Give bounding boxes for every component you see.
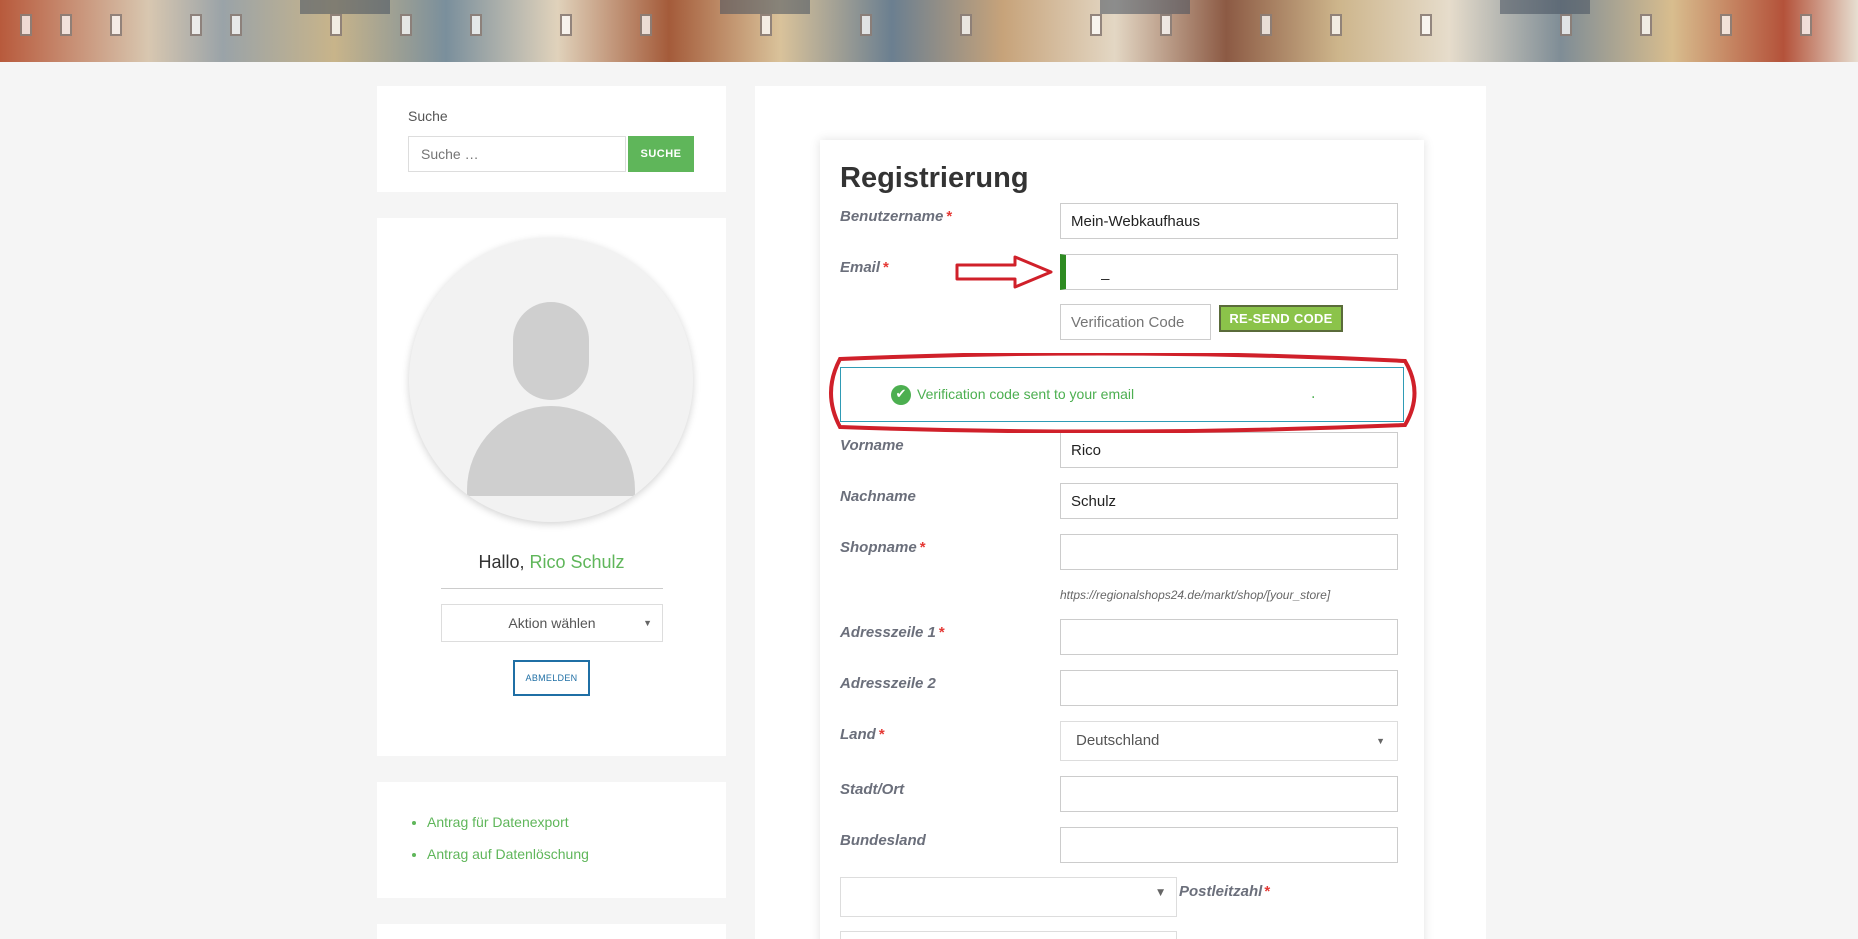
banner-window [20, 14, 32, 36]
chevron-down-icon: ▼ [1157, 888, 1164, 898]
banner-window [640, 14, 652, 36]
required-marker: * [946, 208, 953, 225]
greeting-divider [441, 588, 663, 589]
banner-window [1260, 14, 1272, 36]
username-field[interactable] [1060, 203, 1398, 239]
zip-label-text: Postleitzahl [1179, 883, 1263, 900]
email-field[interactable] [1060, 254, 1398, 290]
registration-form: Registrierung Benutzername* Email* RE-SE… [820, 140, 1424, 939]
banner-window [960, 14, 972, 36]
sidebar-widget-partial [377, 924, 726, 939]
firstname-label: Vorname [840, 437, 904, 454]
privacy-links-list: Antrag für Datenexport Antrag auf Datenl… [427, 806, 589, 870]
list-item: Antrag auf Datenlöschung [427, 838, 589, 870]
search-widget: Suche SUCHE [377, 86, 726, 192]
banner-window [1420, 14, 1432, 36]
city-field[interactable] [1060, 776, 1398, 812]
banner-window [400, 14, 412, 36]
privacy-links-widget: Antrag für Datenexport Antrag auf Datenl… [377, 782, 726, 898]
banner-window [1160, 14, 1172, 36]
chevron-down-icon: ▼ [643, 618, 652, 628]
country-select[interactable]: Deutschland ▼ [1060, 721, 1398, 761]
banner-window [330, 14, 342, 36]
shopname-label: Shopname * [840, 539, 926, 556]
lastname-field[interactable] [1060, 483, 1398, 519]
banner-roof [720, 0, 810, 14]
data-export-link[interactable]: Antrag für Datenexport [427, 814, 569, 830]
banner-window [1560, 14, 1572, 36]
banner-window [560, 14, 572, 36]
city-label: Stadt/Ort [840, 781, 905, 798]
verification-code-field[interactable] [1060, 304, 1211, 340]
zip-field[interactable] [840, 931, 1177, 939]
banner-window [1800, 14, 1812, 36]
banner-window [1090, 14, 1102, 36]
banner-window [60, 14, 72, 36]
address1-label: Adresszeile 1 * [840, 624, 945, 641]
username-label: Benutzername * [840, 208, 952, 225]
user-name: Rico Schulz [529, 552, 625, 572]
banner-window [860, 14, 872, 36]
banner-window [1720, 14, 1732, 36]
list-item: Antrag für Datenexport [427, 806, 589, 838]
resend-code-button[interactable]: RE-SEND CODE [1219, 305, 1343, 332]
avatar-head-shape [513, 302, 589, 400]
search-button[interactable]: SUCHE [628, 136, 694, 172]
banner-window [110, 14, 122, 36]
email-label-text: Email [840, 259, 881, 276]
country-select-value: Deutschland [1076, 732, 1160, 749]
banner-window [1330, 14, 1342, 36]
greeting: Hallo, Rico Schulz [377, 552, 726, 573]
state-field[interactable] [1060, 827, 1398, 863]
action-select-value: Aktion wählen [508, 615, 596, 631]
action-select[interactable]: Aktion wählen ▼ [441, 604, 663, 642]
banner-window [470, 14, 482, 36]
search-label: Suche [408, 108, 448, 124]
username-label-text: Benutzername [840, 208, 944, 225]
greeting-prefix: Hallo, [478, 552, 525, 572]
avatar [409, 238, 693, 522]
email-label: Email * [840, 259, 889, 276]
banner-window [760, 14, 772, 36]
region-select[interactable]: ▼ [840, 877, 1177, 917]
banner-roof [300, 0, 390, 14]
profile-widget: Hallo, Rico Schulz Aktion wählen ▼ ABMEL… [377, 218, 726, 756]
logout-button[interactable]: ABMELDEN [513, 660, 590, 696]
address1-field[interactable] [1060, 619, 1398, 655]
banner-roof [1500, 0, 1590, 14]
country-label-text: Land [840, 726, 876, 743]
required-marker: * [938, 624, 945, 641]
required-marker: * [919, 539, 926, 556]
data-deletion-link[interactable]: Antrag auf Datenlöschung [427, 846, 589, 862]
address1-label-text: Adresszeile 1 [840, 624, 936, 641]
shop-url-hint: https://regionalshops24.de/markt/shop/[y… [1060, 588, 1331, 602]
address2-label: Adresszeile 2 [840, 675, 936, 692]
page-title: Registrierung [840, 162, 1029, 194]
shopname-label-text: Shopname [840, 539, 917, 556]
chevron-down-icon: ▼ [1376, 736, 1385, 746]
lastname-label: Nachname [840, 488, 916, 505]
required-marker: * [883, 259, 889, 276]
shopname-field[interactable] [1060, 534, 1398, 570]
search-input[interactable] [408, 136, 626, 172]
annotation-arrow-icon [955, 255, 1053, 289]
state-label: Bundesland [840, 832, 926, 849]
required-marker: * [878, 726, 885, 743]
avatar-body-shape [467, 406, 635, 496]
country-label: Land * [840, 726, 885, 743]
banner-window [1640, 14, 1652, 36]
required-marker: * [1264, 883, 1271, 900]
header-banner-image [0, 0, 1858, 62]
banner-window [190, 14, 202, 36]
address2-field[interactable] [1060, 670, 1398, 706]
zip-label: Postleitzahl * [1179, 883, 1270, 900]
firstname-field[interactable] [1060, 432, 1398, 468]
banner-roof [1100, 0, 1190, 14]
annotation-highlight-ellipse [829, 353, 1417, 433]
banner-window [230, 14, 242, 36]
